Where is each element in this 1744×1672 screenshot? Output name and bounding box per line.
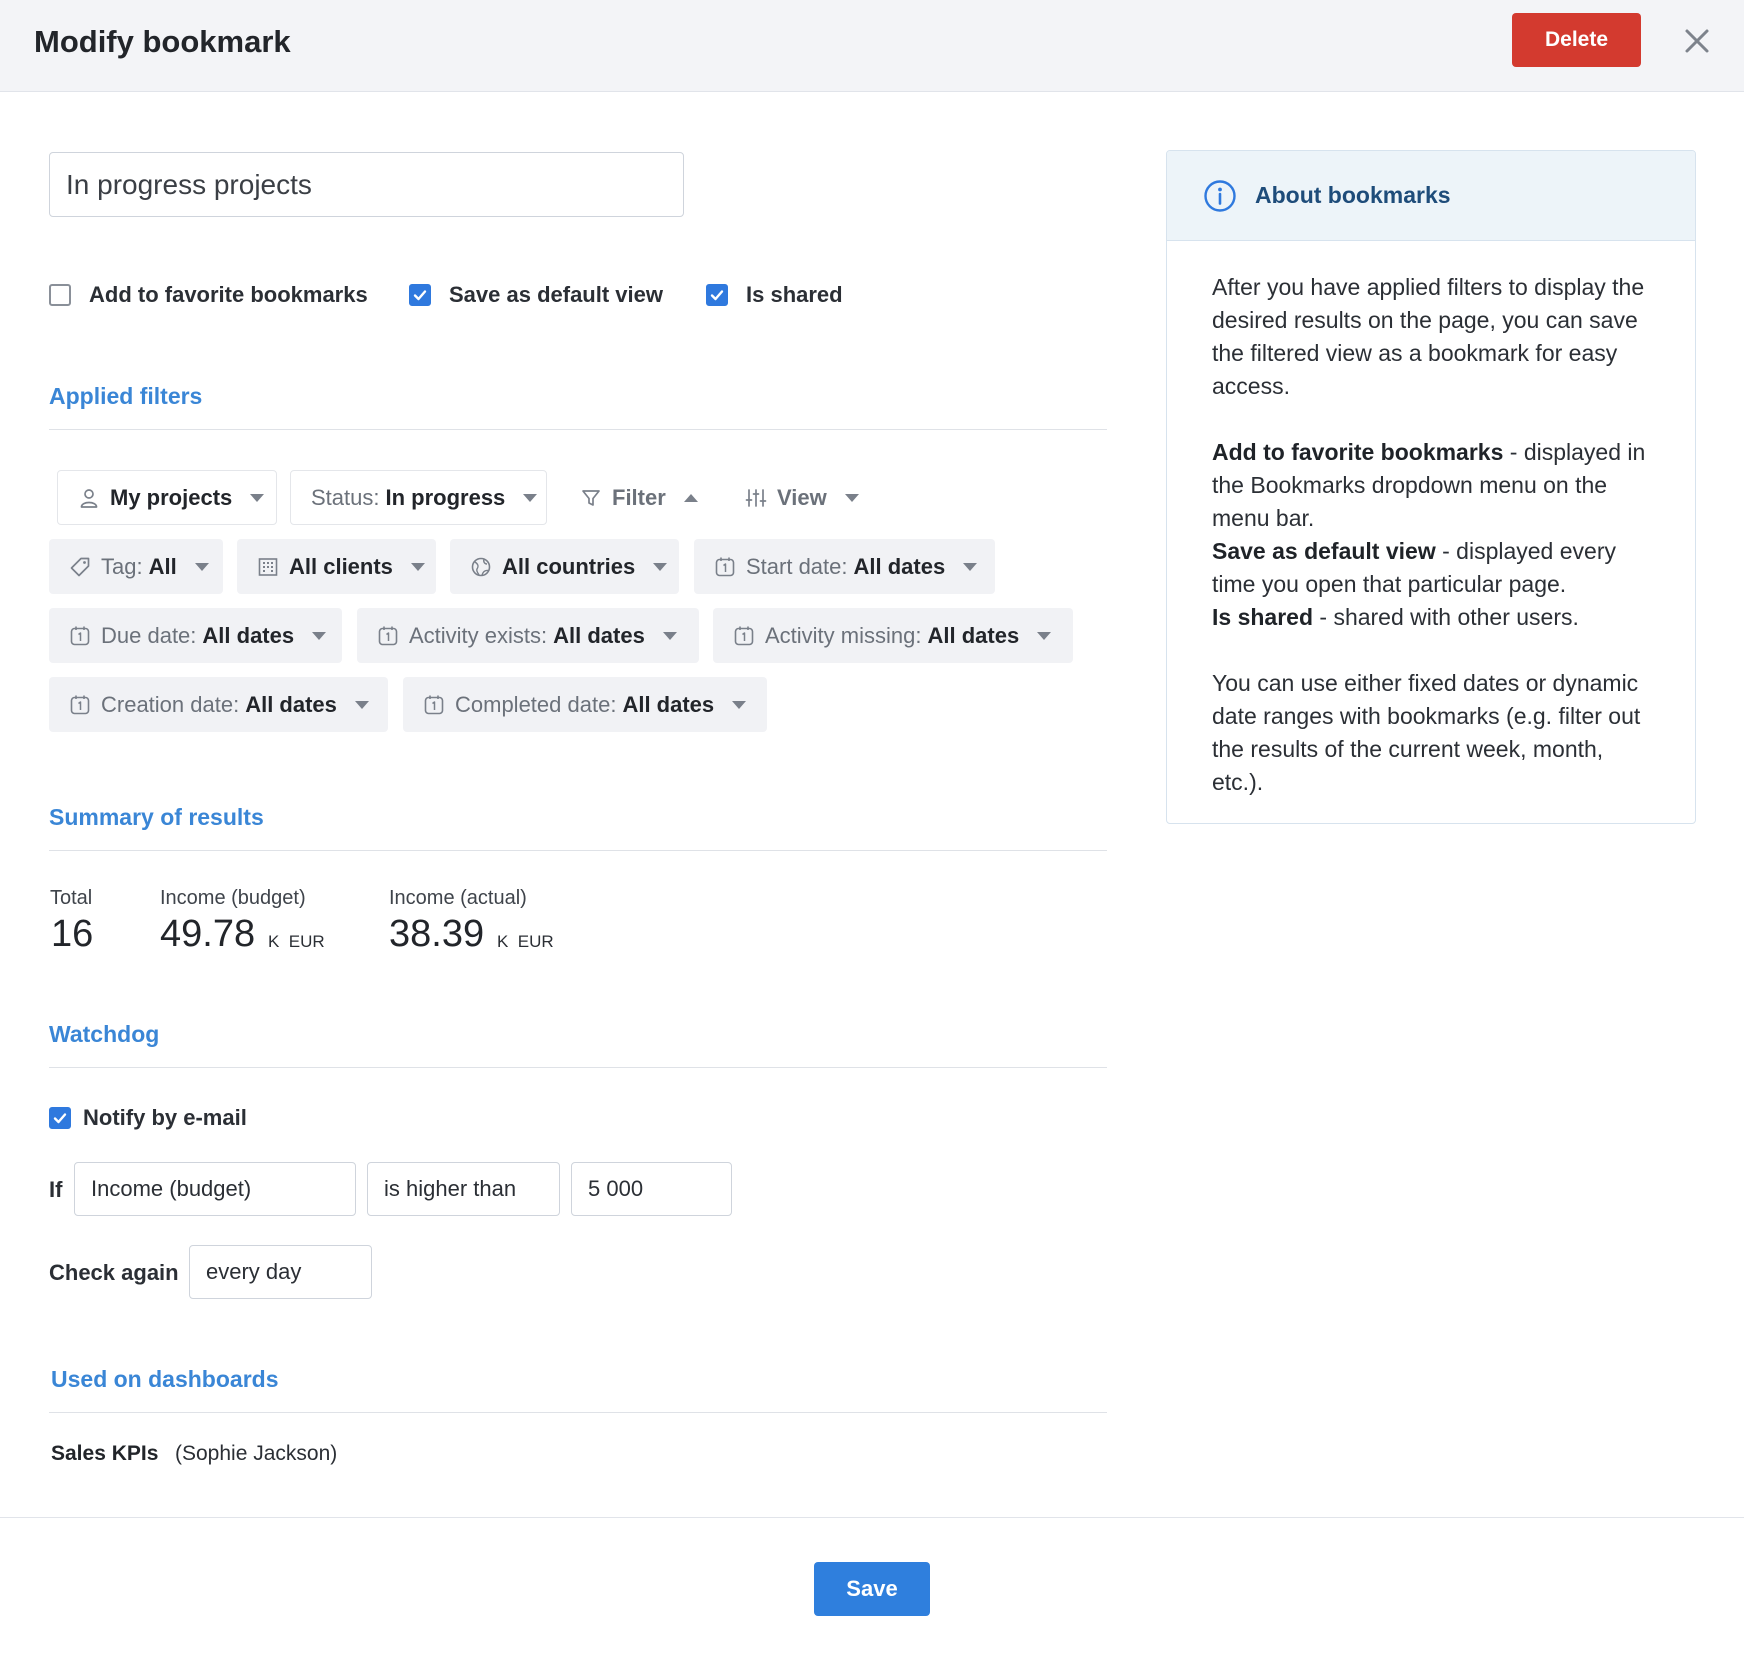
about-title: About bookmarks	[1255, 182, 1451, 208]
user-icon	[78, 487, 100, 509]
default-view-label: Save as default view	[449, 282, 663, 307]
countries-filter[interactable]: All countries	[450, 539, 679, 594]
calendar-icon	[733, 625, 755, 647]
checkbox-checked[interactable]	[49, 1107, 71, 1129]
activity-exists-filter[interactable]: Activity exists: All dates	[357, 608, 699, 663]
activity-missing-filter[interactable]: Activity missing: All dates	[713, 608, 1073, 663]
start-date-filter[interactable]: Start date: All dates	[694, 539, 995, 594]
about-header: About bookmarks	[1167, 151, 1695, 241]
chevron-down-icon	[523, 493, 538, 502]
info-icon	[1204, 179, 1236, 212]
calendar-icon	[423, 694, 445, 716]
my-projects-filter[interactable]: My projects	[57, 470, 277, 525]
stat-total-label: Total	[50, 887, 93, 909]
chevron-down-icon	[844, 493, 859, 502]
filter-icon	[580, 487, 602, 509]
tag-icon	[69, 556, 91, 578]
about-bookmarks-panel: About bookmarks After you have applied f…	[1166, 150, 1696, 824]
about-item: Add to favorite bookmarks - displayed in…	[1212, 439, 1646, 531]
threshold-input[interactable]: 5 000	[571, 1162, 732, 1216]
default-view-checkbox[interactable]: Save as default view	[409, 282, 663, 308]
bookmark-name-input[interactable]	[49, 152, 684, 217]
section-divider	[49, 429, 1107, 430]
favorite-label: Add to favorite bookmarks	[89, 282, 368, 307]
check-icon	[53, 1113, 67, 1124]
completed-date-filter[interactable]: Completed date: All dates	[403, 677, 767, 732]
about-outro: You can use either fixed dates or dynami…	[1212, 670, 1641, 795]
stat-budget-label: Income (budget)	[160, 887, 306, 909]
calendar-icon	[377, 625, 399, 647]
chevron-down-icon	[732, 700, 747, 709]
chevron-down-icon	[354, 700, 369, 709]
summary-title: Summary of results	[49, 804, 264, 830]
about-intro: After you have applied filters to displa…	[1212, 274, 1645, 399]
section-divider	[49, 850, 1107, 851]
view-menu[interactable]: View	[725, 470, 875, 525]
section-divider	[49, 1067, 1107, 1068]
chevron-up-icon	[683, 493, 698, 502]
filter-toggle[interactable]: Filter	[560, 470, 710, 525]
checkbox-checked[interactable]	[706, 284, 728, 306]
operator-select[interactable]: is higher than	[367, 1162, 560, 1216]
stat-actual-value: 38.39	[389, 913, 485, 955]
about-item: Save as default view - displayed every t…	[1212, 538, 1616, 597]
sliders-icon	[745, 487, 767, 509]
notify-email-checkbox[interactable]: Notify by e-mail	[49, 1105, 247, 1131]
creation-date-filter[interactable]: Creation date: All dates	[49, 677, 388, 732]
favorite-checkbox[interactable]: Add to favorite bookmarks	[49, 282, 368, 308]
dashboards-title: Used on dashboards	[51, 1366, 279, 1392]
footer-divider	[0, 1517, 1744, 1518]
about-item: Is shared - shared with other users.	[1212, 604, 1579, 630]
about-body: After you have applied filters to displa…	[1167, 241, 1695, 799]
dashboard-name[interactable]: Sales KPIs	[51, 1442, 158, 1466]
chevron-down-icon	[194, 562, 209, 571]
dialog-title: Modify bookmark	[34, 24, 291, 59]
chevron-down-icon	[312, 631, 327, 640]
if-label: If	[49, 1177, 63, 1202]
calendar-icon	[69, 694, 91, 716]
clients-filter[interactable]: All clients	[237, 539, 436, 594]
stat-budget-unit: K EUR	[268, 932, 325, 951]
dialog-header: Modify bookmark Delete	[0, 0, 1744, 92]
chevron-down-icon	[653, 562, 668, 571]
save-button[interactable]: Save	[814, 1562, 930, 1616]
check-again-label: Check again	[49, 1260, 179, 1285]
calendar-icon	[69, 625, 91, 647]
close-icon	[1685, 29, 1709, 53]
due-date-filter[interactable]: Due date: All dates	[49, 608, 342, 663]
chevron-down-icon	[662, 631, 677, 640]
chevron-down-icon	[250, 493, 265, 502]
shared-checkbox[interactable]: Is shared	[706, 282, 843, 308]
checkbox-unchecked[interactable]	[49, 284, 71, 306]
stat-actual-unit: K EUR	[497, 932, 554, 951]
check-icon	[413, 290, 427, 301]
delete-button[interactable]: Delete	[1512, 13, 1641, 67]
metric-select[interactable]: Income (budget)	[74, 1162, 356, 1216]
stat-actual-label: Income (actual)	[389, 887, 527, 909]
building-icon	[257, 556, 279, 578]
chevron-down-icon	[963, 562, 978, 571]
notify-email-label: Notify by e-mail	[83, 1105, 247, 1130]
status-filter[interactable]: Status: In progress	[290, 470, 547, 525]
checkbox-checked[interactable]	[409, 284, 431, 306]
applied-filters-title: Applied filters	[49, 383, 203, 409]
chevron-down-icon	[410, 562, 425, 571]
chevron-down-icon	[1037, 631, 1052, 640]
watchdog-title: Watchdog	[49, 1021, 160, 1047]
close-button[interactable]	[1680, 24, 1714, 58]
frequency-select[interactable]: every day	[189, 1245, 372, 1299]
shared-label: Is shared	[746, 282, 843, 307]
dashboard-owner: (Sophie Jackson)	[175, 1442, 338, 1465]
check-icon	[710, 290, 724, 301]
calendar-icon	[714, 556, 736, 578]
stat-total-value: 16	[51, 913, 94, 955]
stat-budget-value: 49.78	[160, 913, 256, 955]
section-divider	[49, 1412, 1107, 1413]
tag-filter[interactable]: Tag: All	[49, 539, 223, 594]
globe-icon	[470, 556, 492, 578]
